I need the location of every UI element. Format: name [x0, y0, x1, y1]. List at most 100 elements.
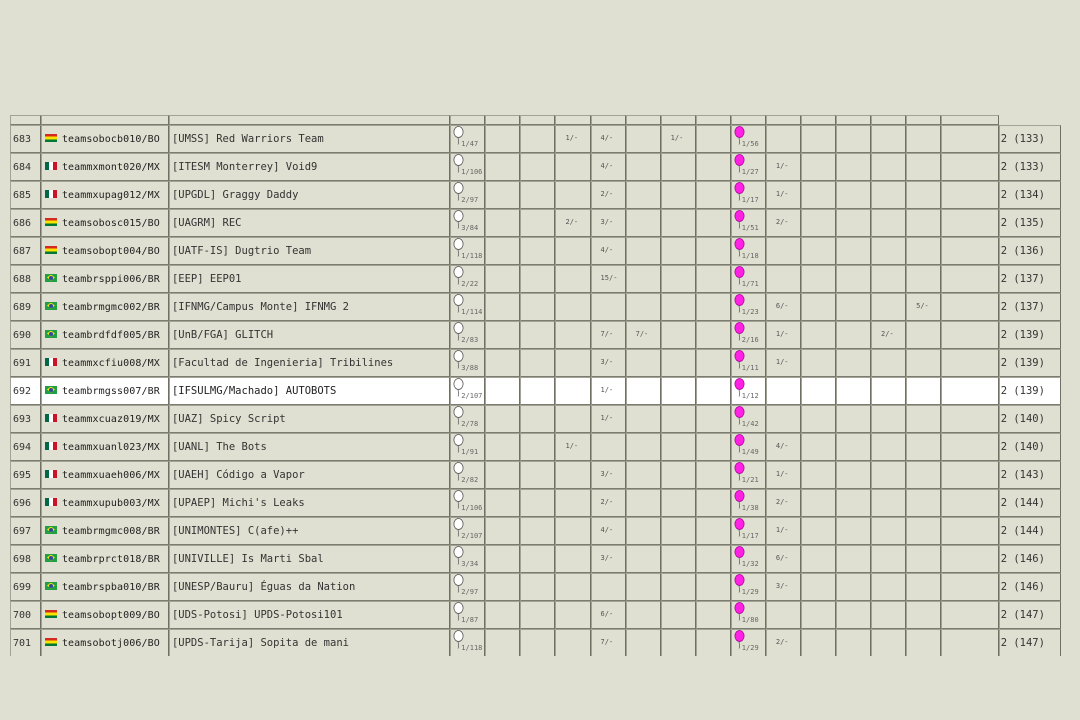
problem-cell: 6/- — [765, 545, 801, 573]
rank-cell: 684 — [10, 153, 41, 181]
rank-cell: 683 — [10, 125, 41, 153]
problem-cell: 1/- — [765, 153, 801, 181]
attempt-label: 3/- — [600, 554, 614, 562]
total-cell: 2 (133) — [998, 153, 1061, 181]
problem-cell — [906, 461, 942, 489]
problem-cell — [625, 433, 661, 461]
flag-brazil-icon — [44, 581, 57, 590]
problem-cell — [800, 573, 836, 601]
total-cell: 2 (144) — [998, 489, 1061, 517]
table-row[interactable]: 700 teamsobopt009/BO [UDS-Potosi] UPDS-Pot… — [10, 601, 1061, 629]
table-row[interactable]: 694 teammxuanl023/MX [UANL] The Bots 1/91 1/… — [10, 433, 1061, 461]
problem-cell: 1/- — [765, 349, 801, 377]
team-name-cell: [UNIMONTES] C(afe)++ — [168, 517, 451, 545]
attempt-label: 1/38 — [741, 504, 759, 512]
problem-cell: 4/- — [765, 433, 801, 461]
problem-cell: 1/106 — [450, 489, 486, 517]
table-row[interactable]: 684 teammxmont020/MX [ITESM Monterrey] Voi… — [10, 153, 1061, 181]
table-row[interactable]: 689 teambrmgmc002/BR [IFNMG/Campus Monte] … — [10, 293, 1061, 321]
problem-cell — [835, 153, 872, 181]
attempt-label: 1/- — [775, 470, 789, 478]
table-row[interactable]: 683 teamsobocb010/BO [UMSS] Red Warriors T… — [10, 125, 1061, 153]
table-row[interactable]: 691 teammxcfiu008/MX [Facultad de Ingenier… — [10, 349, 1061, 377]
problem-cell — [695, 545, 731, 573]
problem-cell — [555, 545, 591, 573]
total-cell: 2 (134) — [998, 181, 1061, 209]
table-cell — [906, 115, 942, 125]
table-row[interactable]: 699 teambrspba010/BR [UNESP/Bauru] Éguas d… — [10, 573, 1061, 601]
table-row[interactable]: 695 teammxuaeh006/MX [UAEH] Código a Vapor… — [10, 461, 1061, 489]
rank-cell: 693 — [10, 405, 41, 433]
table-row[interactable]: 696 teammxupub003/MX [UPAEP] Michi's Leaks… — [10, 489, 1061, 517]
table-cell — [800, 115, 836, 125]
problem-cell — [485, 349, 521, 377]
table-cell — [625, 115, 661, 125]
problem-cell — [695, 181, 731, 209]
team-name-cell: [UPAEP] Michi's Leaks — [168, 489, 451, 517]
problem-cell — [906, 517, 942, 545]
problem-cell — [871, 125, 907, 153]
table-row[interactable]: 701 teamsobotj006/BO [UPDS-Tarija] Sopita … — [10, 629, 1061, 656]
team-name: [UAEH] Código a Vapor — [171, 469, 305, 481]
team-name-cell: [IFNMG/Campus Monte] IFNMG 2 — [168, 293, 451, 321]
problem-cell — [906, 237, 942, 265]
problem-cell — [941, 377, 999, 405]
total-cell: 2 (139) — [998, 321, 1061, 349]
problem-cell — [625, 125, 661, 153]
problem-cell — [520, 265, 556, 293]
problem-cell — [941, 545, 999, 573]
attempt-label: 1/56 — [741, 140, 759, 148]
team-site-label: teambrmgmc002/BR — [61, 301, 160, 313]
attempt-label: 1/- — [565, 442, 579, 450]
problem-cell — [660, 433, 696, 461]
table-row[interactable]: 698 teambrprct018/BR [UNIVILLE] Is Marti S… — [10, 545, 1061, 573]
attempt-label: 4/- — [775, 442, 789, 450]
problem-cell — [625, 517, 661, 545]
table-row[interactable]: 688 teambrsppi006/BR [EEP] EEP01 2/22 15/- 1/… — [10, 265, 1061, 293]
problem-cell — [906, 433, 942, 461]
total-cell: 2 (147) — [998, 629, 1061, 656]
attempt-label: 2/- — [775, 218, 789, 226]
team-name-cell: [UAEH] Código a Vapor — [168, 461, 451, 489]
problem-cell — [800, 209, 836, 237]
problem-cell — [695, 349, 731, 377]
problem-cell — [800, 237, 836, 265]
problem-cell — [625, 265, 661, 293]
table-row[interactable]: 690 teambrdfdf005/BR [UnB/FGA] GLITCH 2/83 7… — [10, 321, 1061, 349]
table-row[interactable]: 692 teambrmgss007/BR [IFSULMG/Machado] AUT… — [10, 377, 1061, 405]
problem-cell — [765, 125, 801, 153]
problem-cell: 1/11 — [730, 349, 766, 377]
problem-cell: 1/29 — [730, 629, 766, 656]
problem-cell — [555, 349, 591, 377]
table-row[interactable]: 693 teammxcuaz019/MX [UAZ] Spicy Script 2/7… — [10, 405, 1061, 433]
problem-cell — [485, 629, 521, 656]
table-row[interactable]: 687 teamsobopt004/BO [UATF-IS] Dugtrio Tea… — [10, 237, 1061, 265]
problem-cell — [485, 489, 521, 517]
team-name: [UNIMONTES] C(afe)++ — [171, 525, 299, 537]
attempt-label: 6/- — [775, 302, 789, 310]
problem-cell — [555, 461, 591, 489]
problem-cell — [520, 489, 556, 517]
problem-cell — [871, 461, 907, 489]
problem-cell: 1/- — [590, 377, 626, 405]
team-name-cell: [UNIVILLE] Is Marti Sbal — [168, 545, 451, 573]
total-cell: 2 (139) — [998, 377, 1061, 405]
table-row[interactable]: 686 teamsobosc015/BO [UAGRM] REC 3/84 2/- 3/-… — [10, 209, 1061, 237]
attempt-label: 4/- — [600, 246, 614, 254]
attempt-label: 1/114 — [461, 308, 483, 316]
table-row[interactable]: 697 teambrmgmc008/BR [UNIMONTES] C(afe)++ 2… — [10, 517, 1061, 545]
table-row[interactable]: 685 teammxupag012/MX [UPGDL] Graggy Daddy 2… — [10, 181, 1061, 209]
team-name-cell: [ITESM Monterrey] Void9 — [168, 153, 451, 181]
problem-cell: 1/87 — [450, 601, 486, 629]
problem-cell — [906, 377, 942, 405]
team-name: [UAGRM] REC — [171, 217, 242, 229]
problem-cell — [835, 433, 872, 461]
problem-cell — [625, 209, 661, 237]
problem-cell — [835, 405, 872, 433]
problem-cell — [660, 209, 696, 237]
attempt-label: 2/83 — [461, 336, 479, 344]
attempt-label: 1/91 — [461, 448, 479, 456]
problem-cell: 4/- — [590, 153, 626, 181]
attempt-label: 7/- — [635, 330, 649, 338]
problem-cell — [660, 601, 696, 629]
